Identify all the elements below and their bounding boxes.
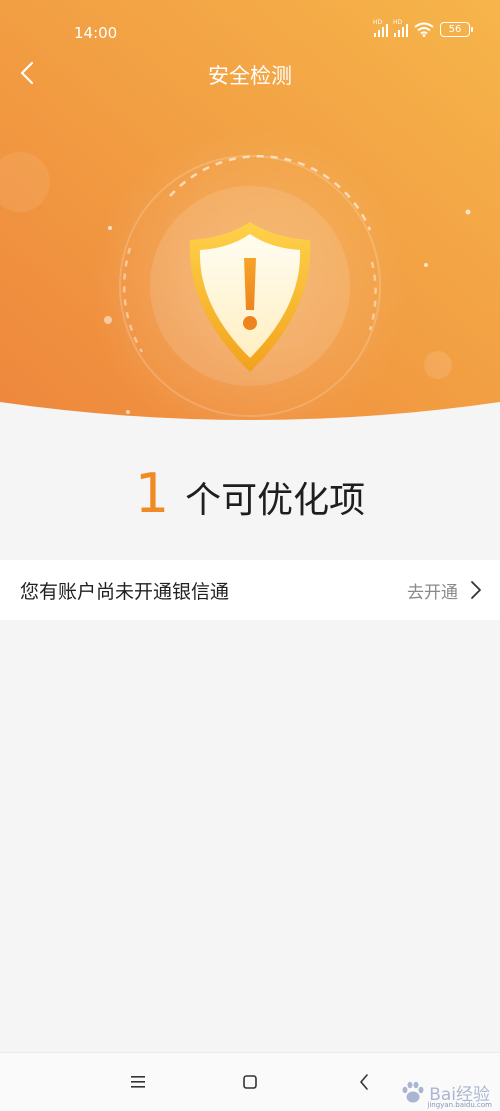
status-icons: HD HD 56 xyxy=(373,19,473,37)
signal-icon: HD xyxy=(393,19,408,37)
signal-icon: HD xyxy=(373,19,388,37)
item-text: 您有账户尚未开通银信通 xyxy=(20,580,230,603)
status-bar: 14:00 HD HD 56 xyxy=(0,0,500,64)
shield-warning-icon xyxy=(104,160,396,452)
list-item[interactable]: 您有账户尚未开通银信通 去开通 xyxy=(0,560,500,620)
system-nav-bar: Bai经验 jingyan.baidu.com xyxy=(0,1052,500,1111)
optimization-count: 1 xyxy=(134,462,170,525)
watermark-url: jingyan.baidu.com xyxy=(427,1101,492,1109)
optimization-summary: 1 个可优化项 xyxy=(0,462,500,525)
optimization-label: 个可优化项 xyxy=(185,480,366,521)
home-square-icon xyxy=(243,1075,257,1089)
home-button[interactable] xyxy=(238,1070,262,1094)
battery-icon: 56 xyxy=(440,22,473,37)
signal-label: HD xyxy=(393,18,403,26)
page-title: 安全检测 xyxy=(208,64,292,88)
menu-icon xyxy=(131,1076,145,1088)
system-back-button[interactable] xyxy=(352,1070,376,1094)
signal-label: HD xyxy=(373,18,383,26)
activate-link[interactable]: 去开通 xyxy=(407,578,482,603)
wifi-icon xyxy=(414,22,434,37)
activate-label: 去开通 xyxy=(407,582,458,603)
chevron-right-icon xyxy=(471,581,481,599)
paw-icon xyxy=(402,1081,424,1102)
status-time: 14:00 xyxy=(74,24,118,42)
menu-button[interactable] xyxy=(126,1070,150,1094)
back-triangle-icon xyxy=(360,1074,368,1090)
